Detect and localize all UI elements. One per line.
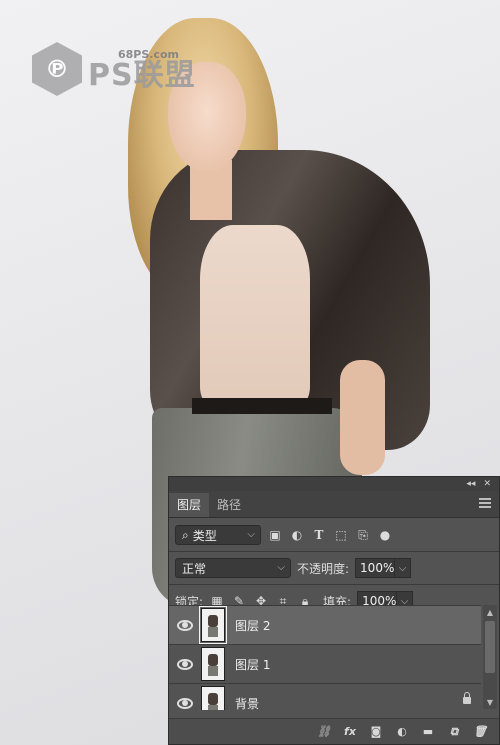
collapse-icon[interactable]: ◂◂	[466, 479, 475, 489]
opacity-label: 不透明度:	[297, 561, 350, 576]
layer-lock-icon	[463, 692, 471, 704]
layer-row[interactable]: 图层 1	[169, 645, 481, 684]
blend-mode-value: 正常	[182, 561, 207, 576]
layer-row[interactable]: 背景	[169, 684, 481, 710]
adjustment-icon[interactable]: ◐	[395, 725, 409, 739]
layer-name: 图层 1	[235, 657, 271, 672]
scroll-thumb[interactable]	[485, 621, 495, 673]
tab-paths[interactable]: 路径	[209, 493, 249, 517]
filter-toggle-icon[interactable]: ●	[377, 527, 393, 543]
scroll-up-icon[interactable]: ▲	[483, 605, 497, 619]
close-panel-icon[interactable]: ✕	[483, 479, 491, 489]
blend-mode-select[interactable]: 正常 ⌵	[175, 558, 291, 578]
folder-icon[interactable]: ▬	[421, 725, 435, 739]
filter-type-select[interactable]: ⌕ 类型 ⌵	[175, 525, 261, 545]
panel-tabs: 图层 路径	[169, 491, 499, 518]
photo-shirt	[200, 225, 310, 405]
layer-thumbnail	[199, 606, 227, 644]
layer-name: 背景	[235, 696, 260, 711]
chevron-down-icon: ⌵	[247, 529, 255, 540]
watermark-name: PS联盟	[88, 57, 196, 93]
panel-footer: ⛓ fx ◙ ◐ ▬ ⧉ 🗑︎	[169, 718, 499, 744]
panel-menu-icon[interactable]	[479, 498, 491, 508]
layer-name: 图层 2	[235, 618, 271, 633]
tab-layers[interactable]: 图层	[169, 493, 210, 517]
filter-shape-icon[interactable]: ⬚	[333, 527, 349, 543]
watermark: ℗ 68PS.com PS联盟	[32, 42, 196, 96]
filter-adjustment-icon[interactable]: ◐	[289, 527, 305, 543]
layers-scrollbar[interactable]: ▲ ▼	[483, 605, 497, 709]
photo-arm	[340, 360, 385, 475]
visibility-eye-icon[interactable]	[169, 658, 201, 670]
blend-row: 正常 ⌵ 不透明度: 100% ⌵	[169, 554, 499, 582]
layers-panel: ◂◂ ✕ 图层 路径 ⌕ 类型 ⌵ ▣ ◐ T ⬚ ⎘ ● 正常 ⌵ 不透明度:…	[168, 476, 500, 745]
link-icon[interactable]: ⛓	[317, 725, 331, 739]
filter-type-icon[interactable]: T	[311, 527, 327, 543]
search-icon: ⌕	[182, 527, 189, 542]
mask-icon[interactable]: ◙	[369, 725, 383, 739]
new-layer-icon[interactable]: ⧉	[447, 725, 461, 739]
scroll-down-icon[interactable]: ▼	[483, 695, 497, 709]
chevron-down-icon: ⌵	[277, 562, 285, 573]
layer-row[interactable]: 图层 2	[169, 606, 481, 645]
opacity-dropdown-icon[interactable]: ⌵	[395, 558, 412, 578]
filter-smart-object-icon[interactable]: ⎘	[355, 527, 371, 543]
photo-belt	[192, 398, 332, 414]
fx-icon[interactable]: fx	[343, 725, 357, 739]
layers-list: 图层 2 图层 1 背景	[169, 605, 481, 710]
filter-row: ⌕ 类型 ⌵ ▣ ◐ T ⬚ ⎘ ●	[169, 521, 499, 549]
filter-pixel-icon[interactable]: ▣	[267, 527, 283, 543]
panel-titlebar: ◂◂ ✕	[169, 477, 499, 491]
visibility-eye-icon[interactable]	[169, 619, 201, 631]
visibility-eye-icon[interactable]	[169, 697, 201, 709]
layer-thumbnail	[201, 647, 225, 681]
trash-icon[interactable]: 🗑︎	[473, 725, 487, 739]
filter-type-value: 类型	[192, 528, 217, 543]
watermark-logo-icon: ℗	[32, 42, 82, 96]
opacity-input[interactable]: 100%	[355, 558, 396, 578]
layer-thumbnail	[201, 686, 225, 710]
